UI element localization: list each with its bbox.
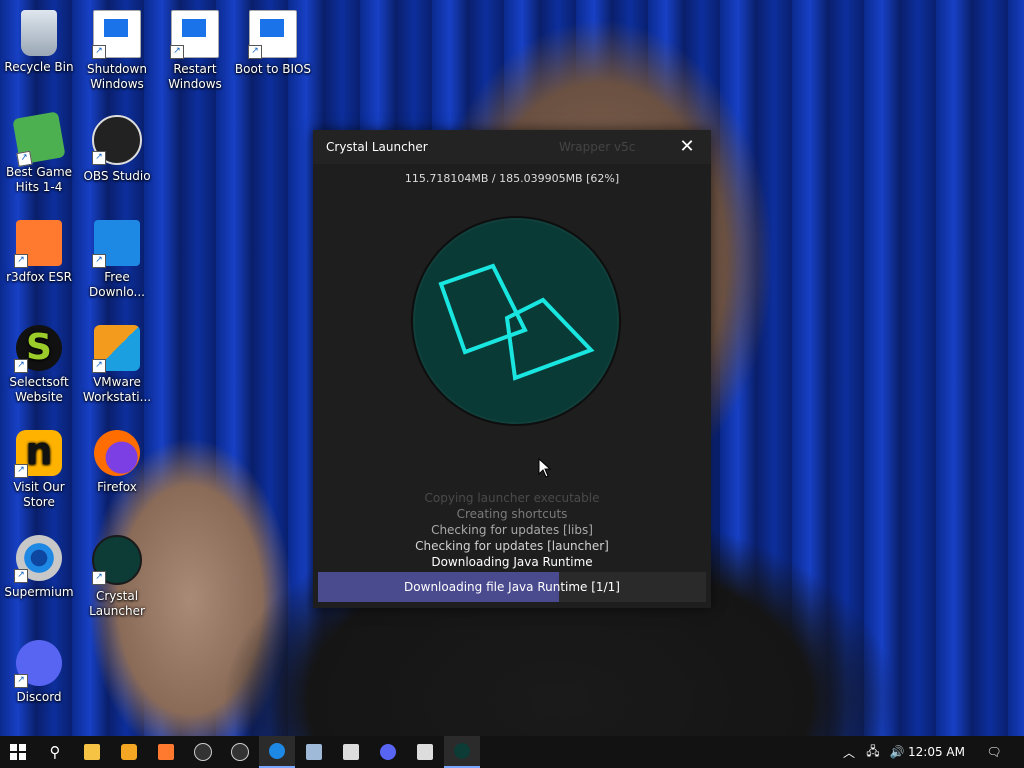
free-download-manager-icon: ↗ [92,220,140,268]
taskbar-r3dfox[interactable] [148,736,184,768]
taskbar-obs-2[interactable] [222,736,258,768]
desktop-icon-label: Recycle Bin [4,60,74,74]
desktop-icon-label: Restart Windows [168,62,222,91]
close-button[interactable]: ✕ [663,130,711,164]
desktop-icon-supermium[interactable]: ↗ Supermium [0,535,78,600]
file-explorer-icon [84,744,100,760]
desktop-icon-label: Selectsoft Website [9,375,69,404]
wrapper-version-text: Wrapper v5c [559,140,636,154]
log-line: Checking for updates [launcher] [415,539,609,553]
notification-center-button[interactable]: 🗨 [976,736,1012,768]
firefox-icon [94,430,140,476]
taskbar-obs[interactable] [185,736,221,768]
log-line: Creating shortcuts [456,507,568,521]
progress-label: Downloading file Java Runtime [1/1] [404,580,620,594]
log-line: Downloading Java Runtime [431,555,593,569]
desktop-icon-crystal-launcher[interactable]: ↗ Crystal Launcher [78,535,156,619]
desktop-icon-label: Visit Our Store [13,480,65,509]
network-icon: 🖧 [866,743,880,758]
crystal-logo-svg [438,263,595,381]
desktop-icon-shutdown-windows[interactable]: ↗ Shutdown Windows [78,10,156,92]
desktop-icon-label: Free Downlo... [89,270,145,299]
desktop-icon-label: Supermium [4,585,74,599]
discord-icon: ↗ [14,640,62,688]
volume-icon: 🔊 [889,745,905,759]
vmware-icon: ↗ [92,325,140,373]
desktop-icon-free-download-manager[interactable]: ↗ Free Downlo... [78,220,156,300]
log-line: Copying launcher executable [424,491,600,505]
recycle-bin-icon [21,10,57,56]
taskbar-clock[interactable]: 12:05 AM [908,745,965,759]
selectsoft-icon: ↗ [14,325,62,373]
store-icon: ↗ [14,430,62,478]
app-icon [343,744,359,760]
crystal-launcher-icon [454,743,470,759]
crystal-launcher-window: Crystal Launcher Wrapper v5c ✕ 115.71810… [313,130,711,608]
desktop-icon-label: Discord [16,690,62,704]
taskbar-supermium[interactable] [259,736,295,768]
desktop-icon-label: Firefox [97,480,137,494]
desktop-icon-obs-studio[interactable]: ↗ OBS Studio [78,115,156,184]
desktop-icon-best-game-hits[interactable]: ↗ Best Game Hits 1-4 [0,111,78,195]
supermium-icon [269,743,285,759]
taskbar-task-view[interactable] [111,736,147,768]
image-viewer-icon [306,744,322,760]
desktop-icon-visit-store[interactable]: ↗ Visit Our Store [0,430,78,510]
taskbar-file-explorer[interactable] [74,736,110,768]
search-button[interactable]: ⚲ [37,736,73,768]
mouse-cursor-icon [538,458,552,478]
supermium-icon: ↗ [14,535,62,583]
desktop-icon-selectsoft[interactable]: ↗ Selectsoft Website [0,325,78,405]
taskbar-app-2[interactable] [407,736,443,768]
desktop-icon-r3dfox[interactable]: ↗ r3dfox ESR [0,220,78,285]
obs-icon [194,743,212,761]
desktop-icon-discord[interactable]: ↗ Discord [0,640,78,705]
download-size-text: 115.718104MB / 185.039905MB [62%] [404,172,620,185]
restart-windows-icon: ↗ [170,10,219,59]
desktop-icon-restart-windows[interactable]: ↗ Restart Windows [156,10,234,92]
tray-overflow-button[interactable]: ︿ [838,736,860,768]
obs-icon: ↗ [92,115,142,165]
taskbar: ⚲ ︿ 🖧 🔊 12:05 AM 🗨 [0,736,1024,768]
desktop-icon-label: Shutdown Windows [87,62,147,91]
dice-icon: ↗ [12,111,66,167]
desktop-icon-label: Best Game Hits 1-4 [5,165,73,194]
crystal-logo-icon [411,216,621,426]
taskbar-discord[interactable] [370,736,406,768]
crystal-launcher-icon: ↗ [92,535,142,585]
desktop-icon-vmware[interactable]: ↗ VMware Workstati... [78,325,156,405]
r3dfox-icon: ↗ [14,220,62,268]
desktop-icon-label: Boot to BIOS [234,62,312,76]
windows-logo-icon [10,744,26,760]
boot-to-bios-icon: ↗ [248,10,297,59]
tray-volume[interactable]: 🔊 [886,736,908,768]
title-bar[interactable]: Crystal Launcher Wrapper v5c ✕ [313,130,711,164]
desktop-icon-boot-to-bios[interactable]: ↗ Boot to BIOS [234,10,312,77]
search-icon: ⚲ [49,743,61,761]
desktop-icon-label: Crystal Launcher [89,589,145,618]
obs-icon [231,743,249,761]
status-log: Copying launcher executable Creating sho… [313,490,711,570]
taskbar-crystal-launcher[interactable] [444,736,480,768]
window-title: Crystal Launcher [326,140,428,154]
app-icon [417,744,433,760]
download-progress-bar: Downloading file Java Runtime [1/1] [318,572,706,602]
desktop-icon-recycle-bin[interactable]: Recycle Bin [0,10,78,75]
r3dfox-icon [158,744,174,760]
shutdown-windows-icon: ↗ [92,10,141,59]
tray-network[interactable]: 🖧 [862,736,884,768]
taskview-icon [121,744,137,760]
start-button[interactable] [0,736,36,768]
taskbar-image-viewer[interactable] [296,736,332,768]
chevron-up-icon: ︿ [842,745,855,760]
desktop-icon-label: OBS Studio [83,169,151,183]
desktop-icon-label: VMware Workstati... [82,375,152,404]
discord-icon [380,744,396,760]
log-line: Checking for updates [libs] [431,523,593,537]
desktop-icon-firefox[interactable]: Firefox [78,430,156,495]
taskbar-app[interactable] [333,736,369,768]
notification-icon: 🗨 [986,745,1002,759]
desktop-icon-label: r3dfox ESR [6,270,72,284]
